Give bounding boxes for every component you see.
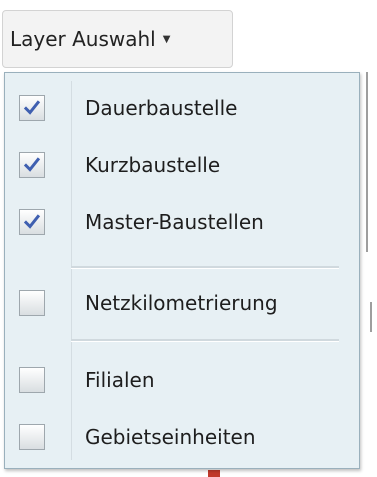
map-line xyxy=(370,302,372,332)
layer-dropdown-menu: Dauerbaustelle Kurzbaustelle Master-Baus… xyxy=(4,72,360,469)
menu-item-label: Master-Baustellen xyxy=(85,210,264,234)
checkbox-unchecked[interactable] xyxy=(19,290,45,316)
menu-separator xyxy=(71,339,339,342)
menu-item-dauerbaustelle[interactable]: Dauerbaustelle xyxy=(5,79,359,137)
map-line xyxy=(366,72,368,252)
menu-item-netzkilometrierung[interactable]: Netzkilometrierung xyxy=(5,274,359,332)
checkmark-icon xyxy=(23,214,41,229)
layer-selection-widget: Layer Auswahl ▼ Dauerbaustelle Kurzbaust… xyxy=(0,0,377,477)
caret-down-icon: ▼ xyxy=(162,33,171,45)
menu-item-label: Filialen xyxy=(85,368,155,392)
layer-select-label: Layer Auswahl xyxy=(10,27,156,51)
layer-select-button[interactable]: Layer Auswahl ▼ xyxy=(2,10,233,68)
menu-item-kurzbaustelle[interactable]: Kurzbaustelle xyxy=(5,136,359,194)
checkmark-icon xyxy=(23,157,41,172)
checkbox-unchecked[interactable] xyxy=(19,424,45,450)
checkmark-icon xyxy=(23,100,41,115)
menu-separator xyxy=(71,266,339,269)
menu-item-master-baustellen[interactable]: Master-Baustellen xyxy=(5,193,359,251)
menu-item-gebietseinheiten[interactable]: Gebietseinheiten xyxy=(5,408,359,466)
map-background xyxy=(360,72,377,477)
menu-item-label: Netzkilometrierung xyxy=(85,291,278,315)
checkbox-checked[interactable] xyxy=(19,209,45,235)
map-marker xyxy=(208,470,220,477)
menu-item-label: Kurzbaustelle xyxy=(85,153,221,177)
menu-item-label: Dauerbaustelle xyxy=(85,96,238,120)
checkbox-checked[interactable] xyxy=(19,95,45,121)
checkbox-unchecked[interactable] xyxy=(19,367,45,393)
checkbox-checked[interactable] xyxy=(19,152,45,178)
menu-item-filialen[interactable]: Filialen xyxy=(5,351,359,409)
menu-item-label: Gebietseinheiten xyxy=(85,425,256,449)
